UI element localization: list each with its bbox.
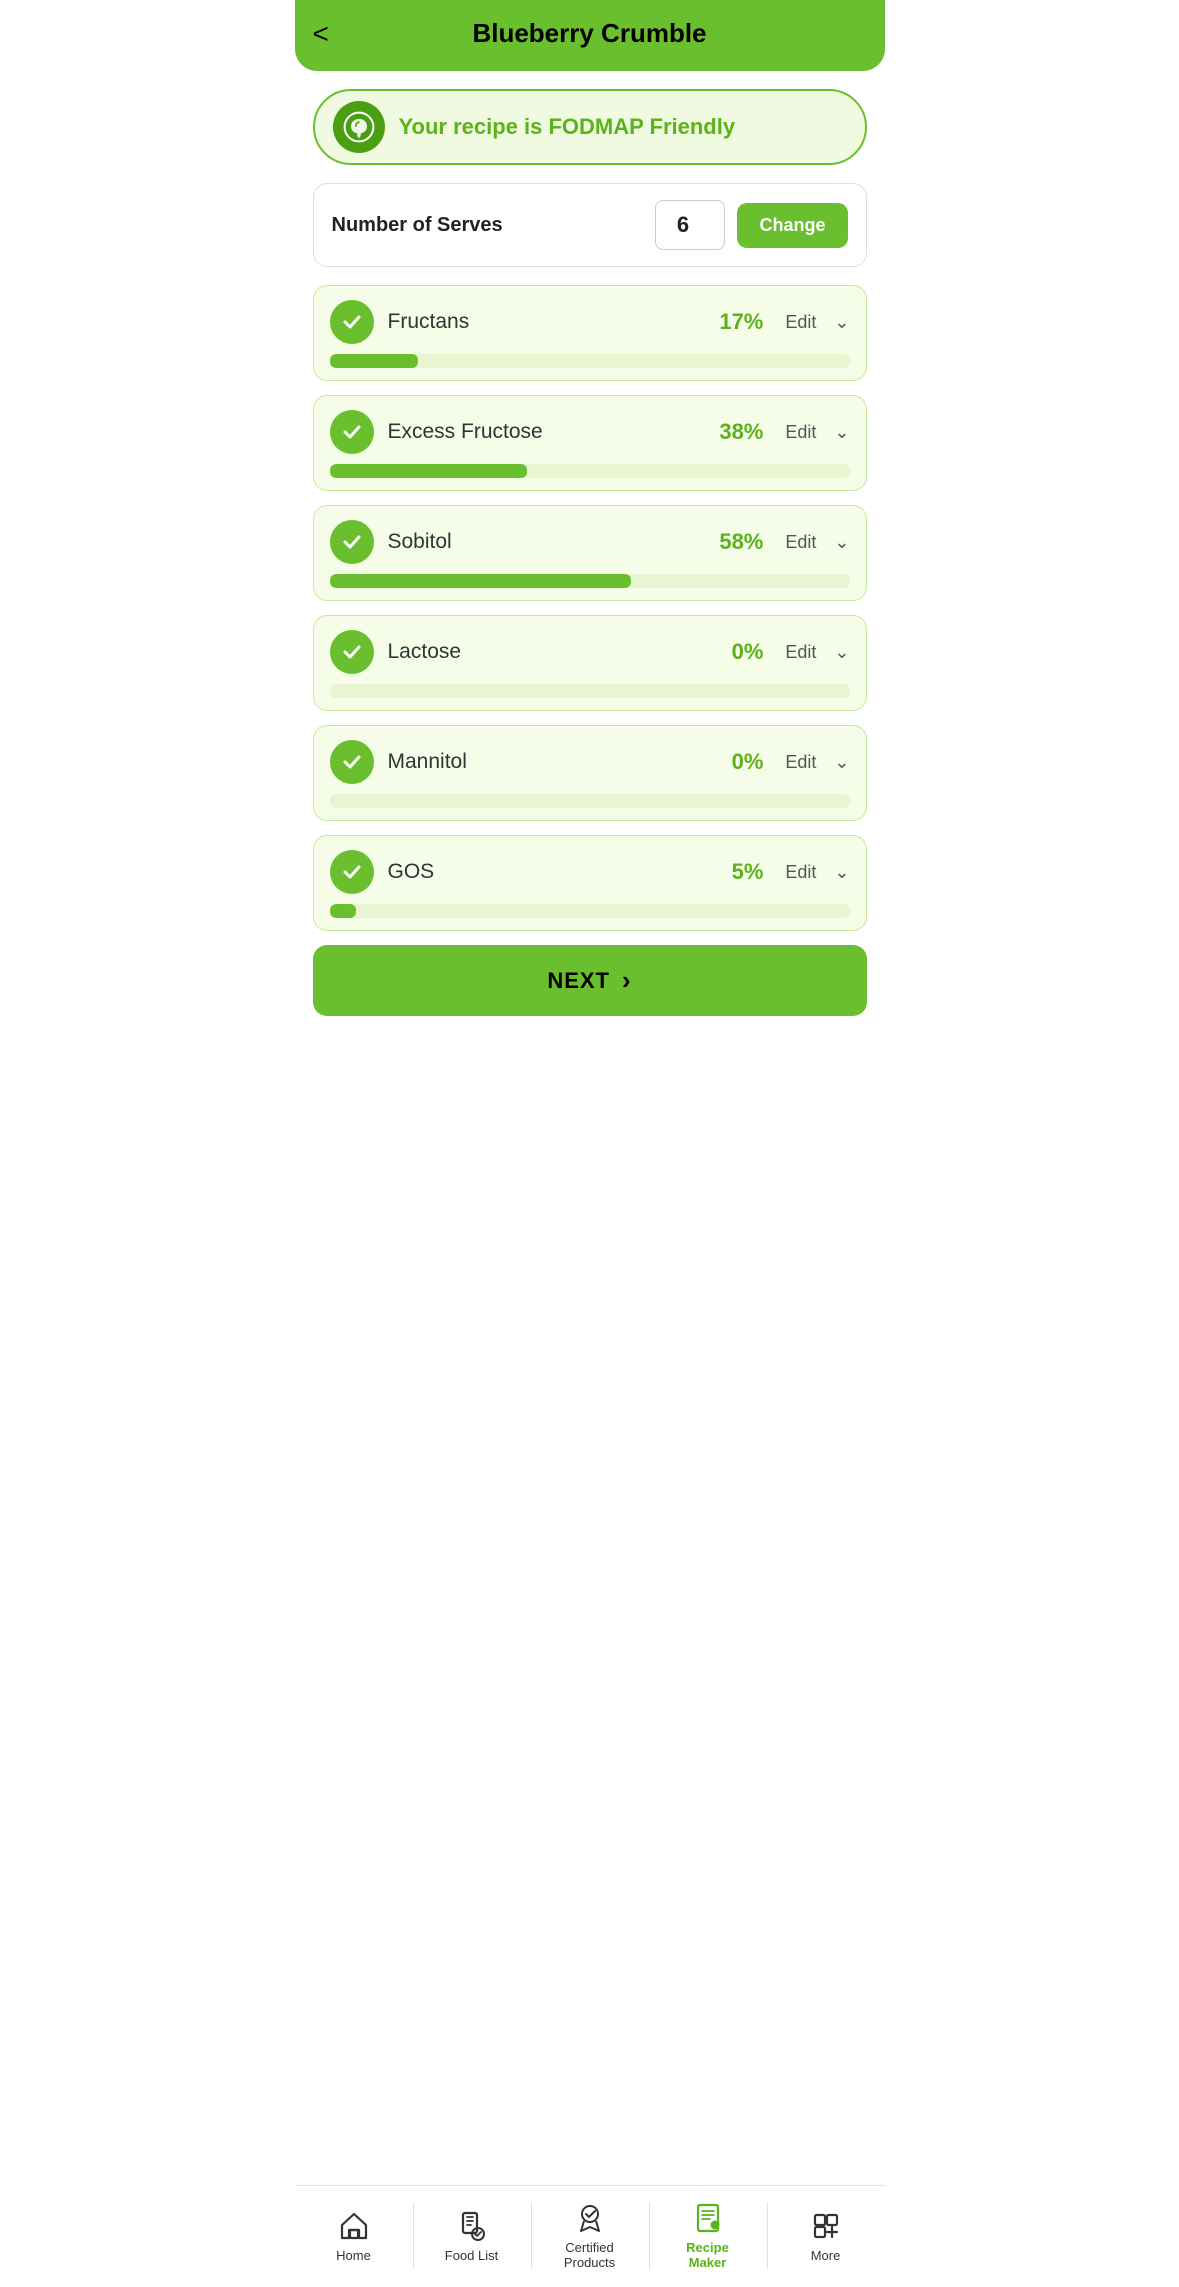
fodmap-item-edit-button[interactable]: Edit [785, 642, 816, 663]
fodmap-item-name: Lactose [388, 640, 718, 664]
chevron-down-icon: ⌄ [834, 312, 849, 333]
nav-label-food-list: Food List [445, 2248, 498, 2264]
check-icon [330, 850, 374, 894]
fodmap-progress-bar-bg [330, 574, 850, 588]
fodmap-item: Lactose 0% Edit ⌄ [313, 615, 867, 711]
fodmap-banner: Your recipe is FODMAP Friendly [313, 89, 867, 165]
chevron-down-icon: ⌄ [834, 862, 849, 883]
check-icon [330, 520, 374, 564]
serves-label: Number of Serves [332, 214, 644, 237]
fodmap-progress-bar-fill [330, 574, 632, 588]
fodmap-item-percent: 17% [719, 309, 763, 335]
fodmap-progress-bar-fill [330, 354, 418, 368]
fodmap-item: Sobitol 58% Edit ⌄ [313, 505, 867, 601]
chevron-down-icon: ⌄ [834, 422, 849, 443]
fodmap-item-name: Fructans [388, 310, 706, 334]
fodmap-item-percent: 0% [732, 749, 764, 775]
nav-item-food-list[interactable]: Food List [413, 2194, 531, 2277]
bottom-nav: Home Food List CertifiedProducts [295, 2185, 885, 2287]
nav-item-home[interactable]: Home [295, 2194, 413, 2277]
fodmap-item-percent: 5% [732, 859, 764, 885]
change-serves-button[interactable]: Change [737, 203, 847, 248]
fodmap-progress-bar-fill [330, 464, 528, 478]
fodmap-item-percent: 58% [719, 529, 763, 555]
page-title: Blueberry Crumble [472, 18, 706, 49]
nav-label-home: Home [336, 2248, 371, 2264]
check-icon [330, 300, 374, 344]
fodmap-item-name: Sobitol [388, 530, 706, 554]
check-icon [330, 630, 374, 674]
fodmap-progress-bar-fill [330, 904, 356, 918]
nav-item-recipe-maker[interactable]: RecipeMaker [649, 2194, 767, 2277]
fodmap-banner-text: Your recipe is FODMAP Friendly [399, 114, 736, 140]
main-content: Your recipe is FODMAP Friendly Number of… [295, 71, 885, 2185]
fodmap-item-name: Excess Fructose [388, 420, 706, 444]
fodmap-item: Mannitol 0% Edit ⌄ [313, 725, 867, 821]
nav-label-more: More [811, 2248, 841, 2264]
nav-item-more[interactable]: More [767, 2194, 885, 2277]
fodmap-item-percent: 0% [732, 639, 764, 665]
chevron-down-icon: ⌄ [834, 752, 849, 773]
fodmap-item-edit-button[interactable]: Edit [785, 312, 816, 333]
nav-label-certified-products: CertifiedProducts [564, 2240, 615, 2271]
food-list-icon [454, 2208, 490, 2244]
fodmap-item-edit-button[interactable]: Edit [785, 422, 816, 443]
next-button[interactable]: NEXT › [313, 945, 867, 1016]
fodmap-item: Excess Fructose 38% Edit ⌄ [313, 395, 867, 491]
fodmap-item-edit-button[interactable]: Edit [785, 862, 816, 883]
fodmap-item-name: Mannitol [388, 750, 718, 774]
next-button-label: NEXT [547, 968, 610, 994]
fodmap-item: GOS 5% Edit ⌄ [313, 835, 867, 931]
serves-input[interactable] [655, 200, 725, 250]
more-icon [808, 2208, 844, 2244]
chevron-down-icon: ⌄ [834, 642, 849, 663]
fodmap-item-edit-button[interactable]: Edit [785, 752, 816, 773]
fodmap-item-name: GOS [388, 860, 718, 884]
fodmap-progress-bar-bg [330, 904, 850, 918]
next-arrow-icon: › [622, 965, 632, 996]
recipe-maker-icon [690, 2200, 726, 2236]
fodmap-progress-bar-bg [330, 354, 850, 368]
fodmap-items-list: Fructans 17% Edit ⌄ Excess Fructose 38% … [313, 285, 867, 931]
chevron-down-icon: ⌄ [834, 532, 849, 553]
fodmap-progress-bar-bg [330, 464, 850, 478]
certified-products-icon [572, 2200, 608, 2236]
home-icon [336, 2208, 372, 2244]
fodmap-item-edit-button[interactable]: Edit [785, 532, 816, 553]
nav-item-certified-products[interactable]: CertifiedProducts [531, 2194, 649, 2277]
fodmap-item: Fructans 17% Edit ⌄ [313, 285, 867, 381]
back-button[interactable]: < [313, 20, 329, 48]
check-icon [330, 740, 374, 784]
fodmap-progress-bar-bg [330, 794, 850, 808]
nav-label-recipe-maker: RecipeMaker [686, 2240, 729, 2271]
check-icon [330, 410, 374, 454]
header: < Blueberry Crumble [295, 0, 885, 71]
serves-box: Number of Serves Change [313, 183, 867, 267]
fodmap-icon [333, 101, 385, 153]
fodmap-item-percent: 38% [719, 419, 763, 445]
fodmap-progress-bar-bg [330, 684, 850, 698]
